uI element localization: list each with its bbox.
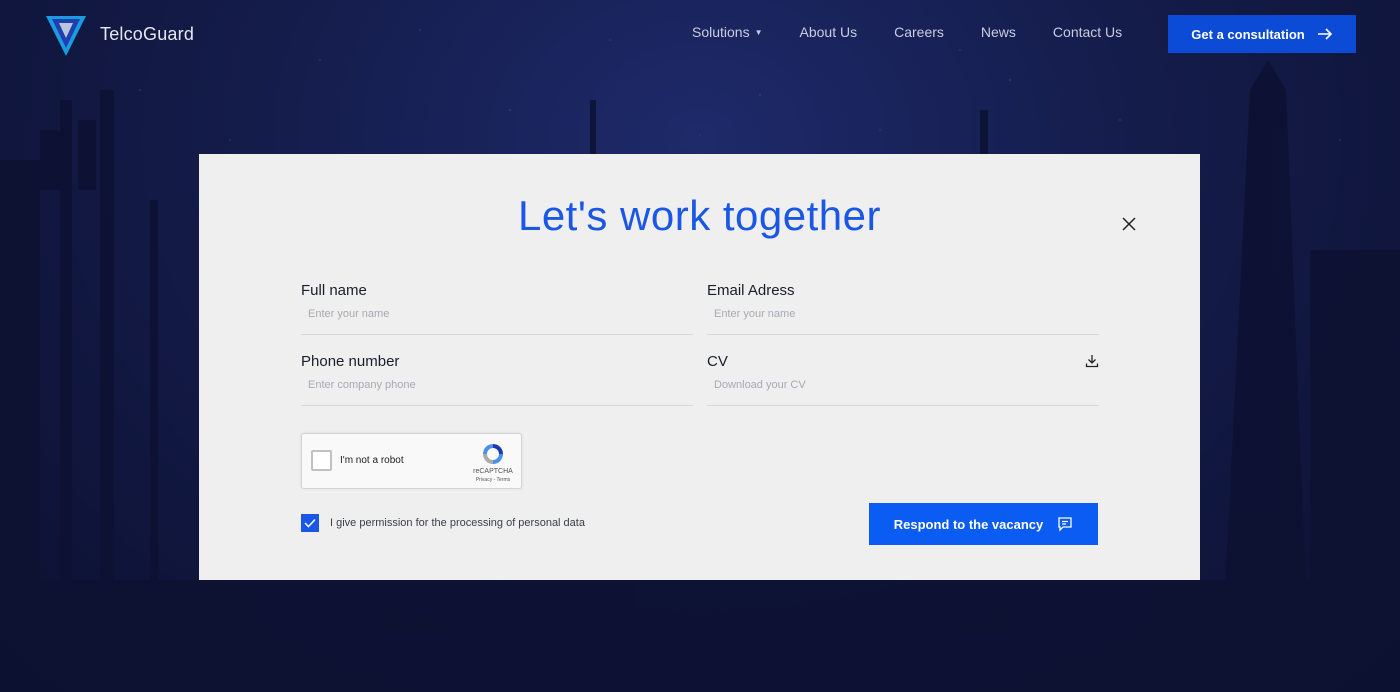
nav-item-contact-us[interactable]: Contact Us — [1053, 24, 1122, 40]
nav-item-label: Contact Us — [1052, 24, 1123, 40]
full-name-label: Full name — [301, 282, 367, 299]
get-consultation-button[interactable]: Get a consultation — [1168, 15, 1356, 53]
application-modal: Let's work together Full name Email Adre… — [199, 154, 1200, 580]
shield-logo-icon — [46, 16, 86, 56]
nav-item-label: About Us — [799, 24, 858, 40]
nav-item-label: Solutions — [692, 24, 750, 40]
main-nav: Solutions ▼ About Us Careers News Contac… — [692, 24, 1159, 40]
modal-title: Let's work together — [517, 192, 882, 239]
nav-item-about-us[interactable]: About Us — [800, 24, 858, 40]
cta-label: Get a consultation — [1191, 26, 1305, 42]
download-icon[interactable] — [1085, 354, 1099, 368]
phone-input[interactable] — [308, 379, 668, 391]
permission-row: I give permission for the processing of … — [301, 514, 585, 532]
cv-label: CV — [707, 353, 728, 370]
recaptcha-label: I'm not a robot — [340, 455, 404, 466]
message-icon — [1058, 517, 1072, 532]
email-field: Email Adress — [707, 282, 1099, 335]
email-input[interactable] — [714, 308, 1074, 320]
caret-down-icon: ▼ — [754, 27, 763, 37]
respond-to-vacancy-button[interactable]: Respond to the vacancy — [869, 503, 1098, 545]
nav-item-solutions[interactable]: Solutions ▼ — [692, 24, 763, 40]
phone-field: Phone number — [301, 353, 693, 406]
brand-name: TelcoGuard — [100, 23, 195, 44]
cv-field: CV — [707, 353, 1099, 406]
phone-label: Phone number — [301, 353, 400, 370]
nav-item-careers[interactable]: Careers — [894, 24, 944, 40]
recaptcha-widget: I'm not a robot reCAPTCHA Privacy - Term… — [301, 433, 522, 489]
site-header: TelcoGuard Solutions ▼ About Us Careers … — [0, 0, 1400, 70]
submit-label: Respond to the vacancy — [893, 516, 1044, 532]
nav-item-news[interactable]: News — [981, 24, 1016, 40]
brand-logo[interactable]: TelcoGuard — [42, 10, 194, 58]
recaptcha-links[interactable]: Privacy - Terms — [462, 477, 524, 483]
full-name-input[interactable] — [308, 308, 668, 320]
recaptcha-logo-icon — [483, 444, 503, 464]
cv-input[interactable] — [714, 379, 1074, 391]
permission-label: I give permission for the processing of … — [330, 517, 585, 529]
nav-item-label: Careers — [894, 24, 944, 40]
nav-item-label: News — [980, 24, 1016, 40]
checkmark-icon — [304, 518, 316, 528]
recaptcha-brand: reCAPTCHA — [473, 468, 513, 475]
recaptcha-checkbox[interactable] — [311, 450, 332, 471]
permission-checkbox[interactable] — [301, 514, 319, 532]
email-label: Email Adress — [707, 282, 795, 299]
close-icon[interactable] — [1119, 214, 1139, 234]
full-name-field: Full name — [301, 282, 693, 335]
arrow-right-icon — [1317, 28, 1332, 40]
